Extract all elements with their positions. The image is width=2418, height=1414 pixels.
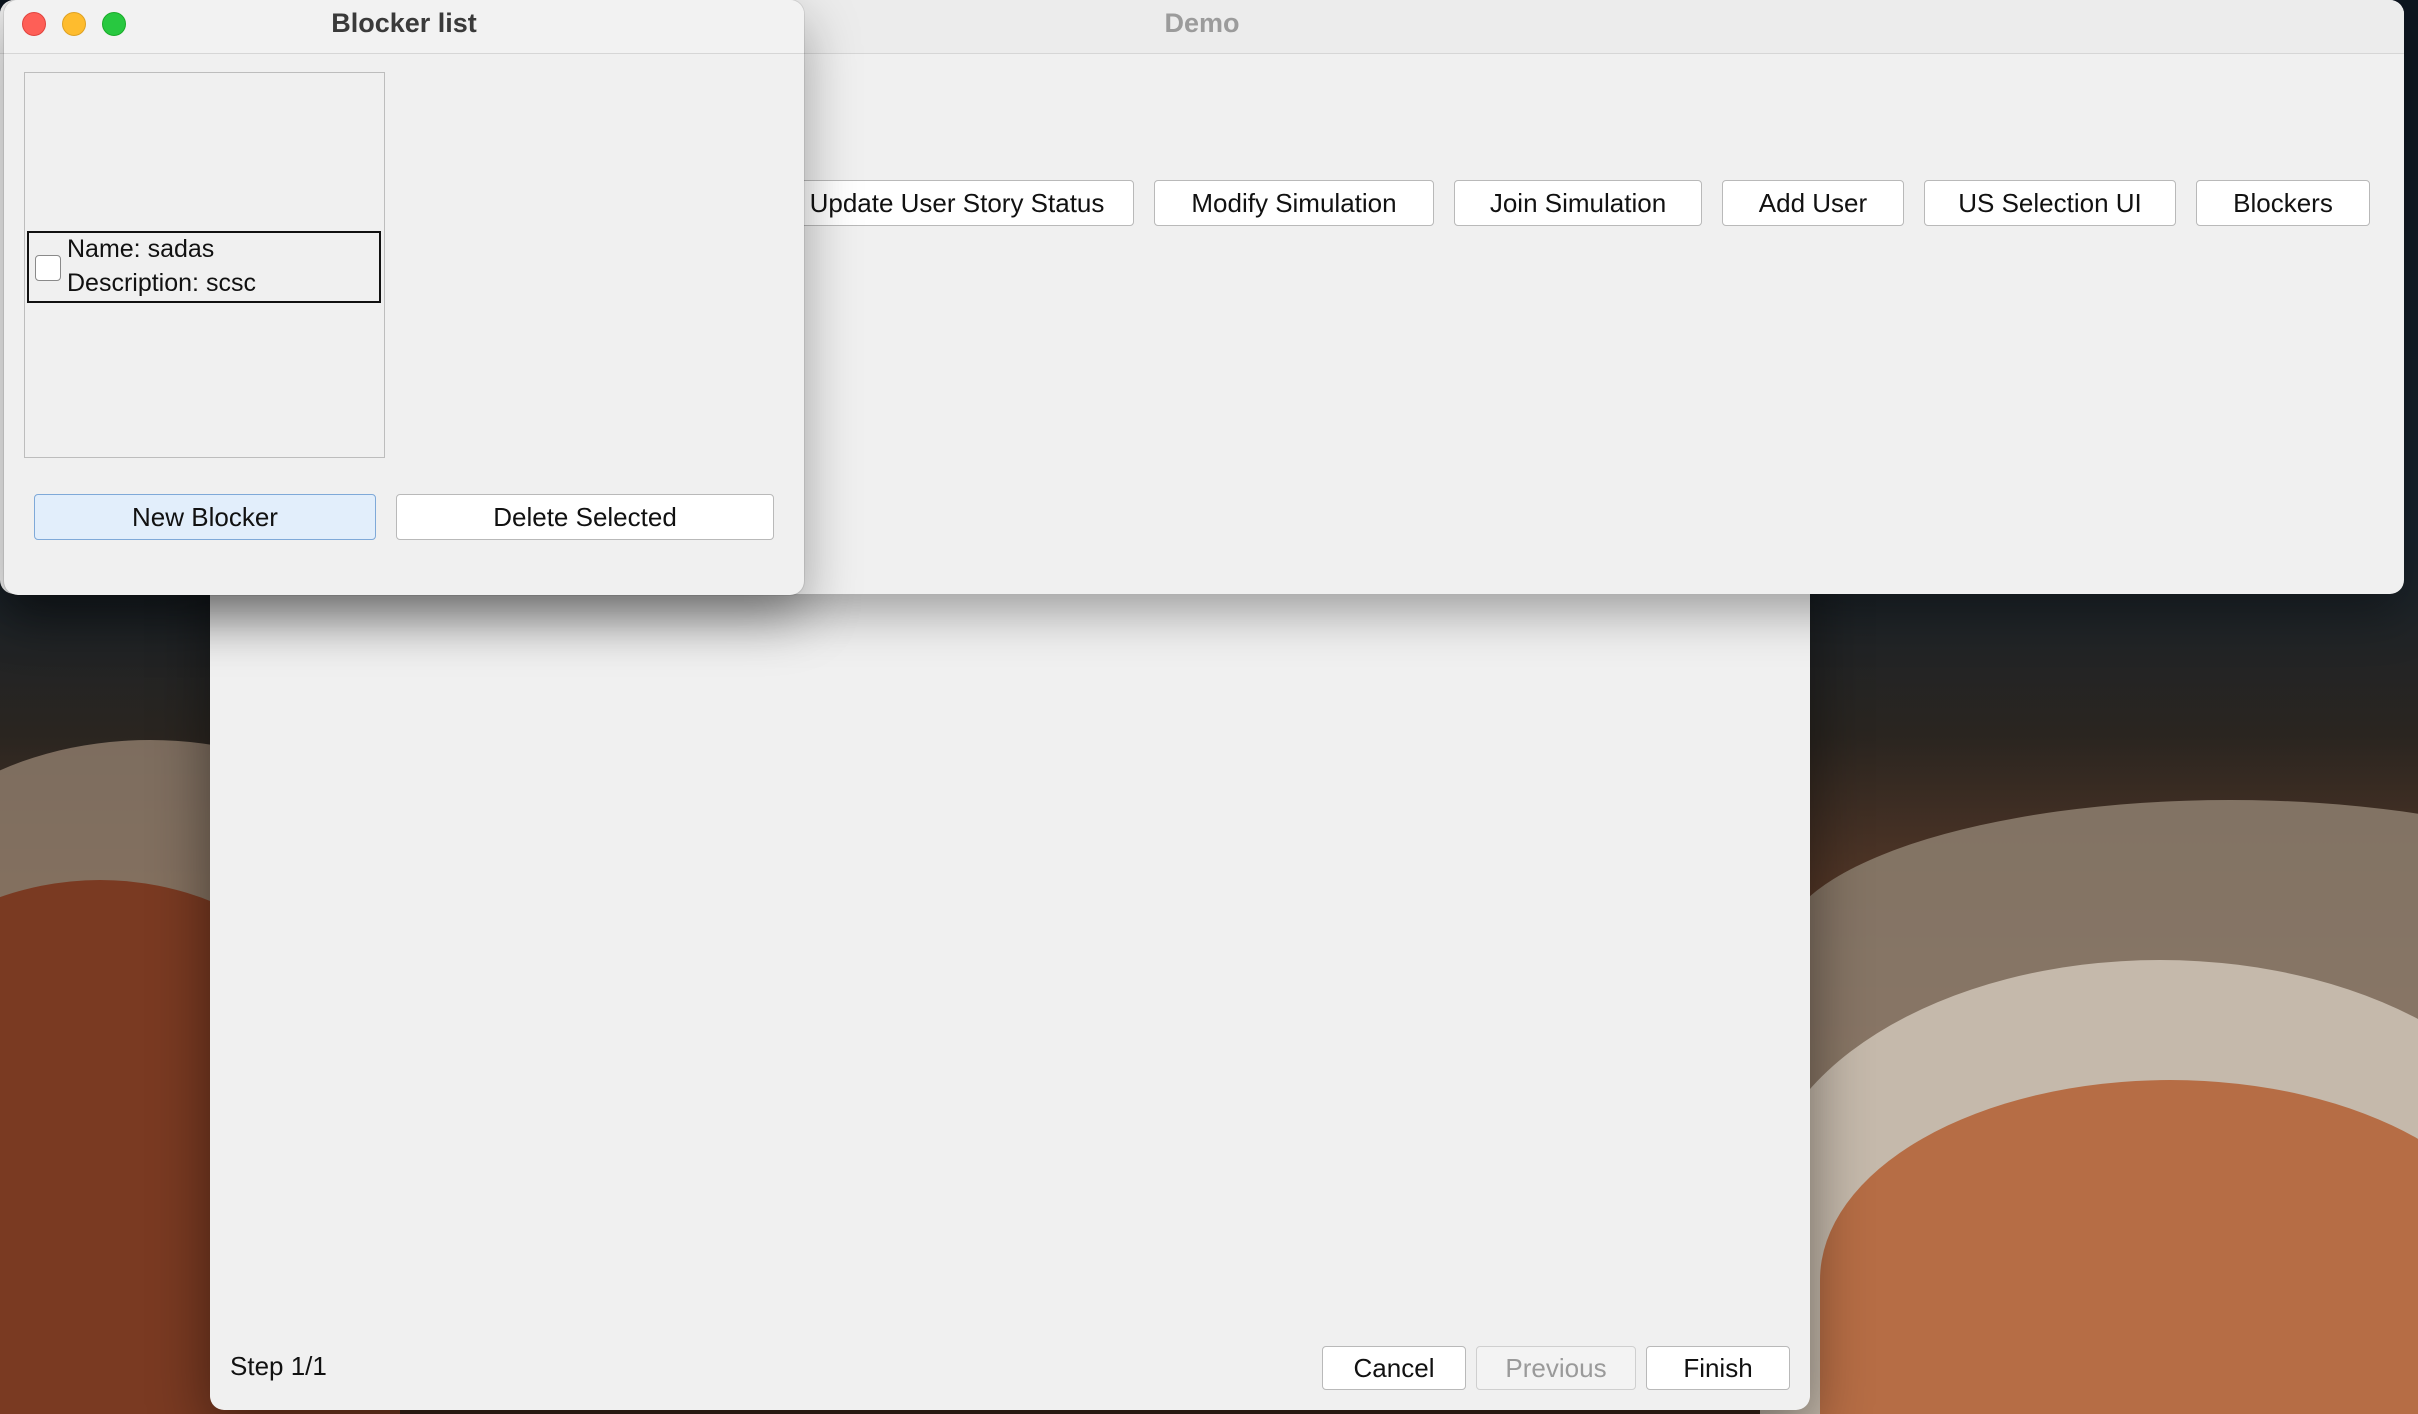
list-item[interactable]: Name: sadas Description: scsc bbox=[27, 231, 381, 303]
new-blocker-button[interactable]: New Blocker bbox=[34, 494, 376, 540]
add-user-button[interactable]: Add User bbox=[1722, 180, 1904, 226]
blocker-titlebar[interactable]: Blocker list bbox=[4, 0, 804, 54]
cancel-button[interactable]: Cancel bbox=[1322, 1346, 1466, 1390]
blocker-list-window: Blocker list Name: sadas Description: sc… bbox=[4, 0, 804, 595]
blockers-button[interactable]: Blockers bbox=[2196, 180, 2370, 226]
modify-simulation-button[interactable]: Modify Simulation bbox=[1154, 180, 1434, 226]
previous-button[interactable]: Previous bbox=[1476, 1346, 1636, 1390]
blocker-checkbox[interactable] bbox=[35, 255, 61, 281]
step-indicator: Step 1/1 bbox=[230, 1351, 327, 1381]
blocker-description: Description: scsc bbox=[67, 269, 256, 297]
blocker-list[interactable]: Name: sadas Description: scsc bbox=[24, 72, 385, 458]
blocker-name: Name: sadas bbox=[67, 235, 215, 263]
us-selection-ui-button[interactable]: US Selection UI bbox=[1924, 180, 2176, 226]
wizard-window: Step 1/1 Cancel Previous Finish bbox=[210, 520, 1810, 1410]
update-user-story-status-button[interactable]: Update User Story Status bbox=[780, 180, 1134, 226]
delete-selected-button[interactable]: Delete Selected bbox=[396, 494, 774, 540]
join-simulation-button[interactable]: Join Simulation bbox=[1454, 180, 1702, 226]
blocker-window-title: Blocker list bbox=[331, 8, 477, 38]
finish-button[interactable]: Finish bbox=[1646, 1346, 1790, 1390]
